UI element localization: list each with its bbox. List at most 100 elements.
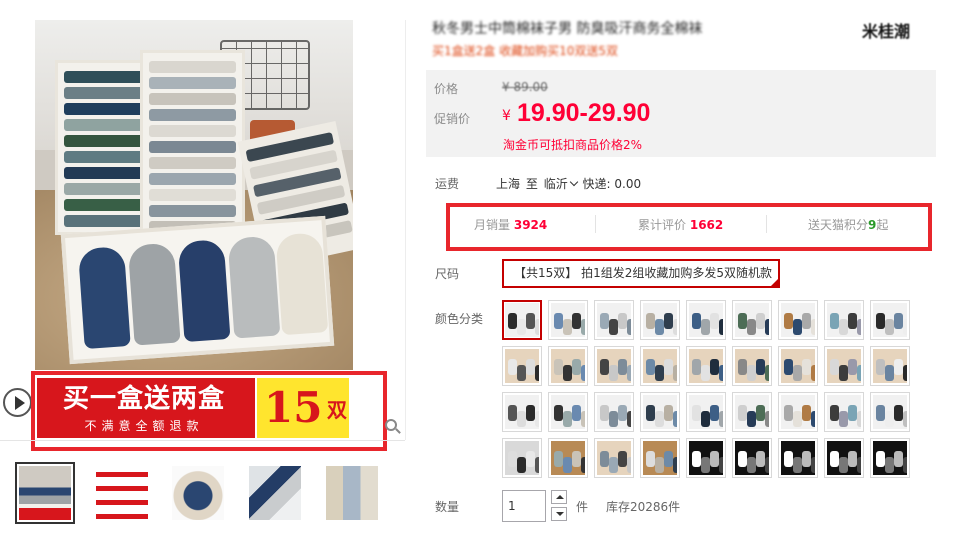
swatch-thumbnail <box>643 395 677 429</box>
play-video-button[interactable] <box>3 388 32 417</box>
stat-divider-1 <box>595 215 596 233</box>
color-swatch[interactable] <box>824 438 864 478</box>
color-swatch[interactable] <box>686 346 726 386</box>
swatch-thumbnail <box>781 303 815 337</box>
swatch-thumbnail <box>827 395 861 429</box>
swatch-thumbnail <box>551 441 585 475</box>
size-option-selected[interactable]: 【共15双】 拍1组发2组收藏加购多发5双随机款 <box>502 259 780 288</box>
stock-count: 库存20286件 <box>606 500 681 514</box>
tmall-points-label: 送天猫积分 <box>808 218 869 232</box>
swatch-thumbnail <box>873 395 907 429</box>
color-swatch[interactable] <box>502 300 542 340</box>
color-swatch[interactable] <box>732 346 772 386</box>
swatch-thumbnail <box>781 395 815 429</box>
original-price: ¥ 89.00 <box>502 80 548 94</box>
magnifier-icon[interactable] <box>385 419 397 431</box>
swatch-thumbnail <box>643 303 677 337</box>
quantity-decrease-button[interactable] <box>551 507 567 521</box>
color-swatch[interactable] <box>640 392 680 432</box>
thumbnail-5[interactable] <box>322 462 382 524</box>
color-swatch[interactable] <box>502 438 542 478</box>
highlight-box-promo <box>31 371 387 451</box>
color-swatch[interactable] <box>824 392 864 432</box>
color-swatch[interactable] <box>732 438 772 478</box>
swatch-thumbnail <box>735 349 769 383</box>
promo-price-label: 促销价 <box>434 112 471 126</box>
thumbnail-1[interactable] <box>15 462 75 524</box>
swatch-thumbnail <box>781 349 815 383</box>
color-swatch[interactable] <box>686 392 726 432</box>
swatch-thumbnail <box>597 395 631 429</box>
swatch-thumbnail <box>689 303 723 337</box>
swatch-thumbnail <box>689 441 723 475</box>
swatch-thumbnail <box>873 349 907 383</box>
gallery-divider <box>0 440 405 441</box>
total-reviews-value: 1662 <box>689 218 724 232</box>
color-swatch[interactable] <box>594 300 634 340</box>
shipping-route: 上海 至 临沂 快递: 0.00 <box>496 175 641 192</box>
color-swatch[interactable] <box>870 346 910 386</box>
monthly-sales-label: 月销量 <box>474 218 511 232</box>
thumbnail-2[interactable] <box>92 462 152 524</box>
color-swatch[interactable] <box>594 438 634 478</box>
color-swatch[interactable] <box>686 300 726 340</box>
ship-to-city-selector[interactable]: 临沂 <box>544 177 579 191</box>
brand-name: 米桂潮 <box>862 22 911 41</box>
color-swatch[interactable] <box>502 392 542 432</box>
thumbnail-3[interactable] <box>168 462 228 524</box>
color-swatch[interactable] <box>870 438 910 478</box>
ship-to-word: 至 <box>525 177 538 191</box>
color-swatch[interactable] <box>594 346 634 386</box>
photo-sock-box-2 <box>140 50 245 240</box>
swatch-thumbnail <box>827 349 861 383</box>
color-swatch[interactable] <box>778 438 818 478</box>
swatch-thumbnail <box>551 303 585 337</box>
color-swatch[interactable] <box>502 346 542 386</box>
chevron-down-icon <box>569 177 578 187</box>
main-product-image[interactable] <box>35 20 353 370</box>
swatch-thumbnail <box>505 349 539 383</box>
color-swatch[interactable] <box>870 300 910 340</box>
color-swatch[interactable] <box>640 438 680 478</box>
total-reviews-label: 累计评价 <box>638 218 687 232</box>
monthly-sales: 月销量 3924 <box>474 216 547 233</box>
tmall-points-suffix: 起 <box>876 218 889 232</box>
color-swatch[interactable] <box>548 438 588 478</box>
tmall-points: 送天猫积分9起 <box>808 216 888 233</box>
quantity-increase-button[interactable] <box>551 490 567 504</box>
ship-from-city: 上海 <box>496 177 521 191</box>
product-title: 秋冬男士中筒棉袜子男 防臭吸汗商务全棉袜 <box>432 21 703 37</box>
color-swatch[interactable] <box>732 392 772 432</box>
monthly-sales-value: 3924 <box>513 218 548 232</box>
color-swatch[interactable] <box>732 300 772 340</box>
color-swatch[interactable] <box>870 392 910 432</box>
quantity-label: 数量 <box>435 500 460 514</box>
coin-discount-note: 淘金币可抵扣商品价格2% <box>503 138 643 152</box>
gallery-vertical-divider <box>405 20 406 440</box>
swatch-thumbnail <box>597 303 631 337</box>
color-swatch[interactable] <box>824 346 864 386</box>
color-swatch[interactable] <box>778 300 818 340</box>
arrow-up-icon <box>556 495 564 499</box>
color-swatch[interactable] <box>778 346 818 386</box>
color-swatch[interactable] <box>640 346 680 386</box>
thumbnail-4[interactable] <box>245 462 305 524</box>
quantity-input[interactable]: 1 <box>502 490 546 522</box>
color-swatch[interactable] <box>824 300 864 340</box>
swatch-thumbnail <box>643 349 677 383</box>
swatch-thumbnail <box>689 395 723 429</box>
color-swatch[interactable] <box>594 392 634 432</box>
original-price-label: 价格 <box>434 82 459 96</box>
photo-sock-box-front <box>60 215 335 365</box>
color-swatch[interactable] <box>548 300 588 340</box>
promo-price: 19.90-29.90 <box>517 99 651 127</box>
color-swatch[interactable] <box>778 392 818 432</box>
swatch-thumbnail <box>505 303 539 337</box>
color-swatch[interactable] <box>548 346 588 386</box>
color-swatch[interactable] <box>548 392 588 432</box>
total-reviews[interactable]: 累计评价 1662 <box>638 216 723 233</box>
swatch-thumbnail <box>643 441 677 475</box>
color-swatch[interactable] <box>640 300 680 340</box>
swatch-thumbnail <box>505 441 539 475</box>
color-swatch[interactable] <box>686 438 726 478</box>
